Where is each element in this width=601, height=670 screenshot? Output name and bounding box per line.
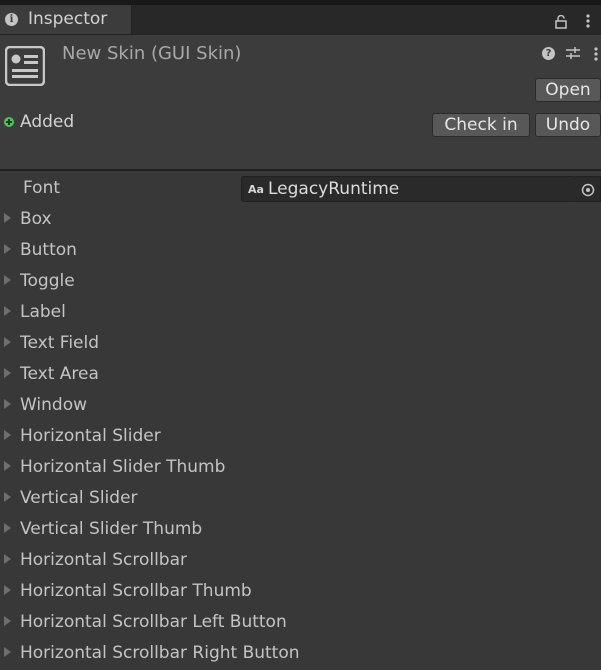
- property-label: Horizontal Scrollbar Thumb: [20, 581, 252, 601]
- foldout-arrow-icon[interactable]: [4, 585, 11, 595]
- property-foldout[interactable]: Vertical Slider: [0, 484, 601, 515]
- property-label: Horizontal Scrollbar: [20, 550, 188, 570]
- property-label: Label: [20, 302, 66, 322]
- property-foldout[interactable]: Text Area: [0, 360, 601, 391]
- foldout-arrow-icon[interactable]: [4, 213, 11, 223]
- property-foldout[interactable]: Horizontal Slider: [0, 422, 601, 453]
- property-label: Button: [20, 240, 77, 260]
- property-foldout[interactable]: Toggle: [0, 267, 601, 298]
- property-label: Vertical Slider: [20, 488, 138, 508]
- foldout-arrow-icon[interactable]: [4, 492, 11, 502]
- open-button[interactable]: Open: [535, 78, 601, 102]
- font-value: LegacyRuntime: [268, 179, 400, 199]
- kebab-menu-icon[interactable]: [586, 14, 590, 28]
- foldout-arrow-icon[interactable]: [4, 368, 11, 378]
- foldout-arrow-icon[interactable]: [4, 337, 11, 347]
- tab-bar: i Inspector: [0, 5, 601, 35]
- font-object-field[interactable]: Aa LegacyRuntime: [241, 176, 577, 202]
- property-foldout[interactable]: Vertical Slider Thumb: [0, 515, 601, 546]
- foldout-arrow-icon[interactable]: [4, 275, 11, 285]
- property-foldout[interactable]: Box: [0, 205, 601, 236]
- property-label: Text Field: [20, 333, 100, 353]
- foldout-arrow-icon[interactable]: [4, 430, 11, 440]
- property-list: Box Button Toggle Label Text Field Text Area W…: [0, 205, 601, 670]
- added-status-icon: [4, 117, 14, 127]
- property-label: Window: [20, 395, 88, 415]
- object-picker-button[interactable]: [576, 176, 601, 202]
- inspector-header: New Skin (GUI Skin) ? Open Added Check i…: [0, 35, 601, 171]
- foldout-arrow-icon[interactable]: [4, 306, 11, 316]
- property-foldout[interactable]: Horizontal Scrollbar Left Button: [0, 608, 601, 639]
- property-label: Toggle: [20, 271, 75, 291]
- property-label: Box: [20, 209, 52, 229]
- property-foldout[interactable]: Horizontal Scrollbar Right Button: [0, 639, 601, 670]
- property-foldout[interactable]: Window: [0, 391, 601, 422]
- check-in-button[interactable]: Check in: [432, 113, 530, 137]
- lock-icon[interactable]: [555, 15, 567, 29]
- property-foldout[interactable]: Horizontal Slider Thumb: [0, 453, 601, 484]
- property-foldout[interactable]: Button: [0, 236, 601, 267]
- info-icon: i: [5, 13, 18, 26]
- object-picker-icon: [581, 183, 595, 197]
- asset-title: New Skin (GUI Skin): [62, 43, 242, 64]
- property-foldout[interactable]: Label: [0, 298, 601, 329]
- header-menu-icon[interactable]: [594, 47, 598, 61]
- foldout-arrow-icon[interactable]: [4, 399, 11, 409]
- font-label: Font: [23, 178, 61, 198]
- property-label: Text Area: [20, 364, 99, 384]
- foldout-arrow-icon[interactable]: [4, 616, 11, 626]
- property-label: Horizontal Scrollbar Left Button: [20, 612, 287, 632]
- foldout-arrow-icon[interactable]: [4, 554, 11, 564]
- foldout-arrow-icon[interactable]: [4, 523, 11, 533]
- undo-button[interactable]: Undo: [535, 113, 601, 137]
- tab-inspector[interactable]: i Inspector: [0, 5, 132, 34]
- property-foldout[interactable]: Horizontal Scrollbar: [0, 546, 601, 577]
- status-label: Added: [20, 112, 75, 132]
- tab-inspector-label: Inspector: [28, 9, 108, 29]
- foldout-arrow-icon[interactable]: [4, 647, 11, 657]
- property-foldout[interactable]: Text Field: [0, 329, 601, 360]
- presets-icon[interactable]: [566, 46, 580, 60]
- foldout-arrow-icon[interactable]: [4, 244, 11, 254]
- property-label: Horizontal Scrollbar Right Button: [20, 643, 300, 663]
- foldout-arrow-icon[interactable]: [4, 461, 11, 471]
- font-asset-icon: Aa: [248, 183, 264, 196]
- property-label: Horizontal Slider Thumb: [20, 457, 226, 477]
- help-icon[interactable]: ?: [542, 47, 555, 60]
- gui-skin-icon: [5, 46, 45, 86]
- property-foldout[interactable]: Horizontal Scrollbar Thumb: [0, 577, 601, 608]
- property-label: Horizontal Slider: [20, 426, 161, 446]
- font-property-row: Font Aa LegacyRuntime: [0, 176, 601, 202]
- property-label: Vertical Slider Thumb: [20, 519, 203, 539]
